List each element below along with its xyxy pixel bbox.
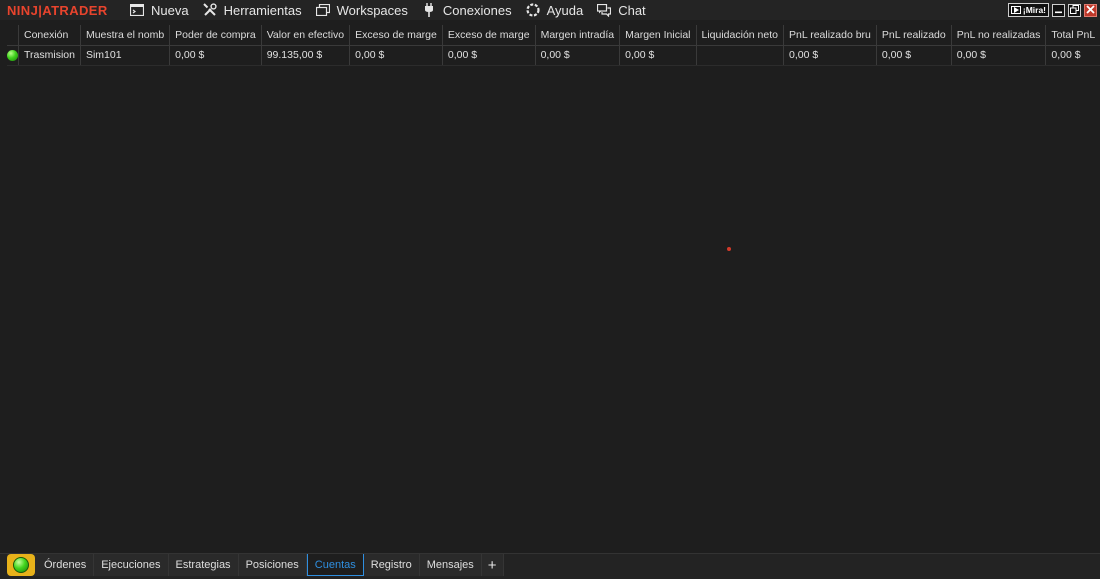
column-header-excess-margin-2[interactable]: Exceso de marge: [442, 25, 536, 46]
menu-chat[interactable]: Chat: [592, 0, 654, 20]
table-cell: 0,00 $: [169, 45, 262, 66]
table-row[interactable]: Trasmision Sim101 0,00 $ 99.135,00 $ 0,0…: [7, 45, 1100, 66]
main-menu: Nueva Herramientas Workspaces Conexiones: [125, 0, 655, 20]
column-header-realized-pnl[interactable]: PnL realizado: [876, 25, 952, 46]
tab-mensajes[interactable]: Mensajes: [420, 554, 482, 576]
tab-ordenes[interactable]: Órdenes: [37, 554, 95, 576]
tab-ejecuciones[interactable]: Ejecuciones: [94, 554, 169, 576]
workspaces-icon: [315, 2, 331, 18]
add-tab-button[interactable]: +: [482, 554, 504, 576]
table-header-row: Conexión Muestra el nomb Poder de compra…: [7, 25, 1100, 46]
tab-cuentas[interactable]: Cuentas: [306, 554, 364, 576]
connection-status-button[interactable]: [7, 554, 35, 576]
tab-posiciones[interactable]: Posiciones: [239, 554, 307, 576]
help-icon: [525, 2, 541, 18]
column-header-initial-margin[interactable]: Margen Inicial: [619, 25, 697, 46]
mira-label: ¡Mira!: [1022, 5, 1046, 15]
column-header-unrealized-pnl[interactable]: PnL no realizadas: [951, 25, 1047, 46]
minimize-icon: [1054, 5, 1063, 16]
column-header-net-liquidation[interactable]: Liquidación neto: [696, 25, 784, 46]
plug-icon: [421, 2, 437, 18]
table-cell: [696, 45, 784, 66]
status-cell: [7, 45, 19, 66]
menu-label: Herramientas: [223, 2, 302, 18]
tab-strip: Órdenes Ejecuciones Estrategias Posicion…: [7, 554, 504, 576]
table-cell: Sim101: [80, 45, 171, 66]
table-cell: Trasmision: [18, 45, 81, 66]
column-header-conexion[interactable]: Conexión: [18, 25, 81, 46]
mira-button[interactable]: ¡Mira!: [1007, 3, 1049, 17]
column-header-cash-value[interactable]: Valor en efectivo: [261, 25, 351, 46]
menu-label: Ayuda: [546, 2, 584, 18]
bottom-tab-bar: Órdenes Ejecuciones Estrategias Posicion…: [0, 553, 1100, 579]
restore-button[interactable]: [1068, 3, 1081, 17]
cursor-dot: [727, 247, 731, 251]
column-header-status[interactable]: [7, 25, 19, 46]
menu-conexiones[interactable]: Conexiones: [417, 0, 521, 20]
menu-label: Conexiones: [442, 2, 512, 18]
column-header-gross-realized-pnl[interactable]: PnL realizado bru: [783, 25, 877, 46]
chat-icon: [596, 2, 612, 18]
control-center-window: NINJ|ATRADER Nueva Herramientas Workspac…: [0, 0, 1100, 579]
column-header-intraday-margin[interactable]: Margen intradía: [535, 25, 621, 46]
tab-registro[interactable]: Registro: [364, 554, 420, 576]
restore-icon: [1070, 4, 1079, 16]
table-cell: 0,00 $: [442, 45, 536, 66]
column-header-excess-margin-1[interactable]: Exceso de marge: [349, 25, 443, 46]
menu-nueva[interactable]: Nueva: [125, 0, 198, 20]
table-cell: 0,00 $: [535, 45, 621, 66]
column-header-buying-power[interactable]: Poder de compra: [169, 25, 262, 46]
table-cell: 0,00 $: [349, 45, 443, 66]
window-controls: ¡Mira!: [1007, 3, 1097, 17]
table-cell: 0,00 $: [876, 45, 952, 66]
menu-label: Workspaces: [336, 2, 408, 18]
new-window-icon: [129, 2, 145, 18]
menu-bar: NINJ|ATRADER Nueva Herramientas Workspac…: [0, 0, 1100, 20]
logo-text-right: ATRADER: [42, 2, 108, 18]
close-button[interactable]: [1084, 3, 1097, 17]
menu-label: Chat: [618, 2, 646, 18]
table-cell: 0,00 $: [951, 45, 1047, 66]
table-cell: 99.135,00 $: [261, 45, 351, 66]
column-header-account-name[interactable]: Muestra el nomb: [80, 25, 171, 46]
ninjatrader-logo: NINJ|ATRADER: [7, 2, 108, 18]
play-icon: [1010, 6, 1021, 14]
logo-text-left: NINJ: [7, 2, 39, 18]
menu-workspaces[interactable]: Workspaces: [311, 0, 417, 20]
table-cell: 0,00 $: [1045, 45, 1100, 66]
accounts-table: Conexión Muestra el nomb Poder de compra…: [7, 25, 1100, 66]
menu-ayuda[interactable]: Ayuda: [521, 0, 593, 20]
menu-herramientas[interactable]: Herramientas: [198, 0, 311, 20]
table-cell: 0,00 $: [619, 45, 697, 66]
minimize-button[interactable]: [1052, 3, 1065, 17]
accounts-grid: Conexión Muestra el nomb Poder de compra…: [7, 25, 1100, 552]
menu-label: Nueva: [151, 2, 189, 18]
table-cell: 0,00 $: [783, 45, 877, 66]
connection-status-led-icon: [7, 49, 18, 61]
tools-icon: [202, 2, 218, 18]
close-icon: [1086, 4, 1095, 16]
connection-status-icon: [13, 557, 29, 573]
tab-estrategias[interactable]: Estrategias: [169, 554, 239, 576]
column-header-total-pnl[interactable]: Total PnL: [1045, 25, 1100, 46]
